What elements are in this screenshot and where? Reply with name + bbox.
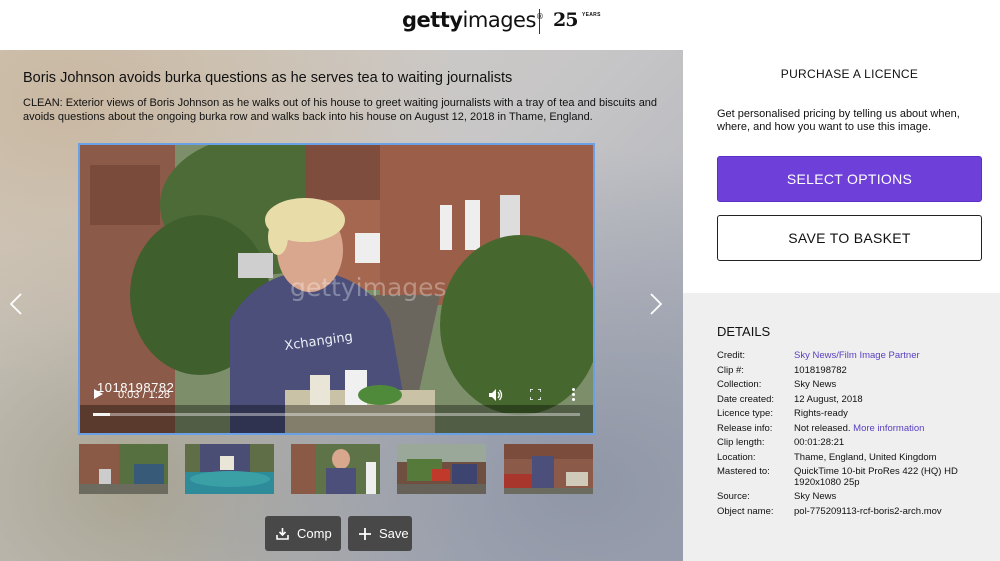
detail-row-location: Location: Thame, England, United Kingdom <box>717 452 997 467</box>
video-player[interactable]: Xchanging gettyimages 1018198782 0:03 / … <box>78 143 595 435</box>
detail-value: Rights-ready <box>794 408 848 419</box>
detail-label: Clip length: <box>717 437 765 448</box>
detail-label: Date created: <box>717 393 775 405</box>
detail-value: Not released. More information <box>794 423 924 434</box>
detail-value: Sky News <box>794 491 837 502</box>
detail-row-source: Source: Sky News <box>717 491 997 506</box>
detail-label: Mastered to: <box>717 466 770 477</box>
detail-label: Credit: <box>717 350 745 361</box>
logo-bold-text: getty <box>402 8 463 32</box>
previous-arrow-icon[interactable] <box>10 293 22 315</box>
detail-label: Location: <box>717 451 756 463</box>
anniversary-sub: YEARS <box>582 12 601 18</box>
time-display: 0:03 / 1:28 <box>118 389 170 401</box>
logo-light-text: images <box>462 8 537 32</box>
getty-images-logo[interactable]: gettyimages® <box>402 8 544 32</box>
comp-button[interactable]: Comp <box>265 516 341 551</box>
thumbnail-4[interactable] <box>397 444 486 494</box>
logo-divider <box>539 9 540 34</box>
detail-value: 00:01:28:21 <box>794 437 845 448</box>
mastered-line-1: QuickTime 10-bit ProRes 422 (HQ) HD <box>794 466 958 477</box>
purchase-heading: PURCHASE A LICENCE <box>780 67 919 81</box>
details-panel: DETAILS Credit: Sky News/Film Image Part… <box>683 293 1000 561</box>
seek-bar[interactable] <box>93 413 580 416</box>
detail-label: Clip #: <box>717 364 744 376</box>
seek-bar-progress <box>93 413 110 416</box>
thumbnail-5[interactable] <box>504 444 593 494</box>
detail-value: Sky News <box>794 379 837 390</box>
plus-icon <box>359 527 371 540</box>
thumbnail-2[interactable] <box>185 444 274 494</box>
detail-label: Object name: <box>717 505 774 517</box>
thumbnail-3[interactable] <box>291 444 380 494</box>
asset-title: Boris Johnson avoids burka questions as … <box>23 70 513 86</box>
detail-value: Thame, England, United Kingdom <box>794 451 937 463</box>
detail-label: Licence type: <box>717 408 773 419</box>
save-button[interactable]: Save <box>348 516 412 551</box>
thumbnail-1[interactable] <box>79 444 168 494</box>
select-options-button[interactable]: SELECT OPTIONS <box>717 156 982 202</box>
detail-value: QuickTime 10-bit ProRes 422 (HQ) HD 1920x… <box>794 466 958 488</box>
thumbnail-strip <box>79 444 595 494</box>
release-status: Not released. <box>794 422 851 434</box>
details-list: Credit: Sky News/Film Image Partner Clip… <box>717 350 997 520</box>
credit-link[interactable]: Sky News/Film Image Partner <box>794 350 920 361</box>
detail-label: Source: <box>717 491 750 502</box>
anniversary-logo: 25 <box>553 9 578 31</box>
site-header: gettyimages® 25 YEARS <box>0 0 1000 50</box>
detail-row-length: Clip length: 00:01:28:21 <box>717 437 997 452</box>
watermark-text: gettyimages <box>290 273 447 302</box>
download-icon <box>276 528 289 540</box>
fullscreen-icon[interactable] <box>530 389 541 400</box>
more-information-link[interactable]: More information <box>853 423 924 434</box>
next-arrow-icon[interactable] <box>650 293 662 315</box>
detail-row-licence: Licence type: Rights-ready <box>717 408 997 423</box>
detail-row-release: Release info: Not released. More informa… <box>717 423 997 438</box>
save-label: Save <box>379 526 409 541</box>
details-heading: DETAILS <box>717 324 771 339</box>
detail-row-clip: Clip #: 1018198782 <box>717 365 997 380</box>
mastered-line-2: 1920x1080 25p <box>794 477 860 488</box>
purchase-panel: PURCHASE A LICENCE Get personalised pric… <box>683 50 1000 293</box>
detail-label: Collection: <box>717 379 762 390</box>
detail-value: 1018198782 <box>794 364 847 376</box>
detail-label: Release info: <box>717 422 773 434</box>
save-to-basket-button[interactable]: SAVE TO BASKET <box>717 215 982 261</box>
detail-row-mastered: Mastered to: QuickTime 10-bit ProRes 422… <box>717 466 997 491</box>
detail-row-object: Object name: pol-775209113-rcf-boris2-ar… <box>717 506 997 521</box>
detail-row-credit: Credit: Sky News/Film Image Partner <box>717 350 997 365</box>
asset-description: CLEAN: Exterior views of Boris Johnson a… <box>23 97 658 123</box>
play-icon[interactable] <box>94 389 103 399</box>
asset-stage: Boris Johnson avoids burka questions as … <box>0 50 683 561</box>
pricing-text: Get personalised pricing by telling us a… <box>717 108 960 133</box>
comp-label: Comp <box>297 526 332 541</box>
volume-icon[interactable] <box>489 389 503 401</box>
detail-value: 12 August, 2018 <box>794 393 863 405</box>
detail-row-collection: Collection: Sky News <box>717 379 997 394</box>
detail-row-date: Date created: 12 August, 2018 <box>717 394 997 409</box>
more-options-icon[interactable] <box>572 388 578 403</box>
detail-value: pol-775209113-rcf-boris2-arch.mov <box>794 505 942 517</box>
